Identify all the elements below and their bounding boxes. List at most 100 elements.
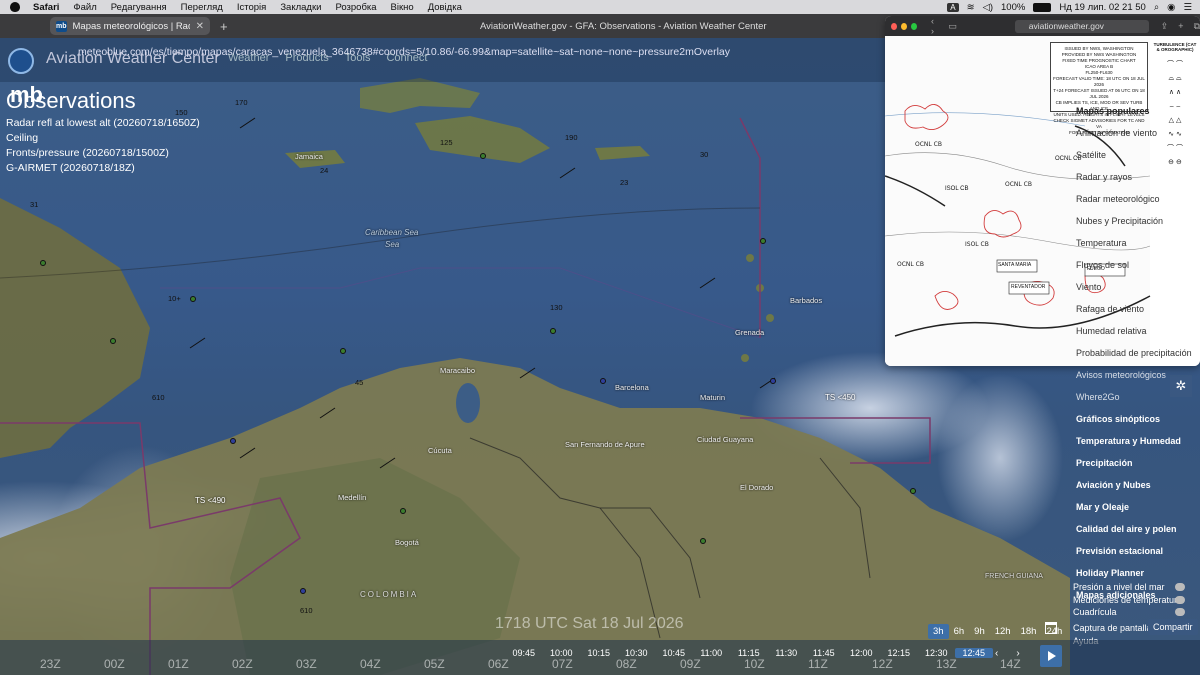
station-dot[interactable]	[770, 378, 776, 384]
menu-history[interactable]: Історія	[230, 2, 273, 13]
range-12h[interactable]: 12h	[990, 624, 1016, 639]
station-dot[interactable]	[300, 588, 306, 594]
play-button[interactable]	[1040, 645, 1062, 667]
clock[interactable]: Нд 19 лип. 02 21 50	[1059, 2, 1146, 13]
menu-holiday-planner[interactable]: Holiday Planner	[1070, 562, 1200, 584]
time-tick[interactable]: 11:00	[693, 648, 731, 658]
back-icon[interactable]: ‹ ›	[931, 16, 938, 36]
time-tick[interactable]: 09:45	[505, 648, 543, 658]
nav-connect[interactable]: Connect	[386, 52, 427, 64]
station-dot[interactable]	[190, 296, 196, 302]
share-button[interactable]: Compartir	[1148, 619, 1198, 635]
station-dot[interactable]	[480, 153, 486, 159]
range-9h[interactable]: 9h	[969, 624, 990, 639]
menu-clouds-precip[interactable]: Nubes y Precipitación	[1070, 210, 1200, 232]
minimize-window-icon[interactable]	[901, 22, 907, 30]
menu-temp-humidity[interactable]: Temperatura y Humedad	[1070, 430, 1200, 452]
volume-icon[interactable]: ◁)	[983, 2, 993, 13]
time-tick[interactable]: 11:30	[768, 648, 806, 658]
menu-wind-gust[interactable]: Rafaga de viento	[1070, 298, 1200, 320]
time-tick[interactable]: 10:15	[580, 648, 618, 658]
station-dot[interactable]	[110, 338, 116, 344]
new-tab-icon[interactable]: +	[220, 19, 228, 34]
station-dot[interactable]	[40, 260, 46, 266]
time-tick[interactable]: 10:00	[543, 648, 581, 658]
menu-wind-animation[interactable]: Animación de viento	[1070, 122, 1200, 144]
menu-develop[interactable]: Розробка	[328, 2, 383, 13]
legend-gairmet[interactable]: G-AIRMET (20260718/18Z)	[6, 161, 200, 176]
station-dot[interactable]	[340, 348, 346, 354]
menu-app-safari[interactable]: Safari	[26, 2, 66, 13]
secondary-url-field[interactable]: aviationweather.gov	[1014, 19, 1149, 33]
menu-sea-waves[interactable]: Mar y Oleaje	[1070, 496, 1200, 518]
station-dot[interactable]	[230, 438, 236, 444]
menu-weather-radar[interactable]: Radar meteorológico	[1070, 188, 1200, 210]
menu-popular-maps[interactable]: Mapas populares	[1070, 100, 1200, 122]
siri-icon[interactable]: ☰	[1183, 2, 1192, 13]
screenshot-button[interactable]: Captura de pantalla	[1073, 623, 1152, 633]
station-dot[interactable]	[600, 378, 606, 384]
close-window-icon[interactable]	[891, 22, 897, 30]
menu-air-quality[interactable]: Calidad del aire y polen	[1070, 518, 1200, 540]
nav-tools[interactable]: Tools	[345, 52, 371, 64]
prev-time-icon[interactable]: ‹	[995, 648, 998, 659]
range-3h[interactable]: 3h	[928, 624, 949, 639]
calendar-icon[interactable]	[1045, 622, 1057, 634]
share-icon[interactable]: ⇪	[1161, 21, 1169, 32]
menu-view[interactable]: Перегляд	[174, 2, 230, 13]
search-icon[interactable]: ⌕	[1154, 2, 1159, 13]
menu-help[interactable]: Довідка	[421, 2, 469, 13]
time-tick[interactable]: 12:00	[843, 648, 881, 658]
nav-products[interactable]: Products	[285, 52, 328, 64]
wifi-icon[interactable]: ≋	[967, 2, 975, 13]
time-tick[interactable]: 11:45	[805, 648, 843, 658]
time-tick[interactable]: 10:30	[618, 648, 656, 658]
toggle-grid-label[interactable]: Cuadrícula	[1073, 606, 1182, 619]
sidebar-icon[interactable]: ▭	[948, 21, 957, 32]
menu-precipitation[interactable]: Precipitación	[1070, 452, 1200, 474]
new-tab-icon[interactable]: +	[1178, 21, 1183, 31]
menu-synoptic[interactable]: Gráficos sinópticos	[1070, 408, 1200, 430]
nav-weather[interactable]: Weather	[228, 52, 269, 64]
station-dot[interactable]	[700, 538, 706, 544]
range-6h[interactable]: 6h	[949, 624, 970, 639]
legend-radar[interactable]: Radar refl at lowest alt (20260718/1650Z…	[6, 116, 200, 131]
tab-overview-icon[interactable]: ⧉	[1194, 21, 1200, 32]
menu-satellite[interactable]: Satélite	[1070, 144, 1200, 166]
apple-icon[interactable]	[10, 2, 20, 12]
close-tab-icon[interactable]: ✕	[196, 21, 204, 32]
control-center-icon[interactable]: ◉	[1167, 2, 1175, 13]
menu-edit[interactable]: Редагування	[104, 2, 174, 13]
menu-aviation-clouds[interactable]: Aviación y Nubes	[1070, 474, 1200, 496]
station-dot[interactable]	[910, 488, 916, 494]
menu-file[interactable]: Файл	[66, 2, 103, 13]
zoom-window-icon[interactable]	[911, 22, 917, 30]
menu-humidity[interactable]: Humedad relativa	[1070, 320, 1200, 342]
tab-mapas[interactable]: mb Mapas meteorológicos | Rada ✕	[50, 17, 210, 35]
awc-logo-icon[interactable]	[8, 48, 34, 74]
next-time-icon[interactable]: ›	[1016, 648, 1019, 659]
legend-ceiling[interactable]: Ceiling	[6, 131, 200, 146]
time-tick[interactable]: 11:15	[730, 648, 768, 658]
time-tick[interactable]: 12:15	[880, 648, 918, 658]
station-dot[interactable]	[550, 328, 556, 334]
menu-seasonal[interactable]: Previsión estacional	[1070, 540, 1200, 562]
time-tick-selected[interactable]: 12:45	[955, 648, 993, 658]
menu-wind[interactable]: Viento	[1070, 276, 1200, 298]
battery-percent[interactable]: 100%	[1001, 2, 1025, 13]
toggle-grid[interactable]	[1175, 608, 1185, 616]
menu-precip-probability[interactable]: Probabilidad de precipitación	[1070, 342, 1200, 364]
menu-sun[interactable]: Fluyos de sol	[1070, 254, 1200, 276]
input-source-icon[interactable]: A	[947, 2, 959, 12]
menu-warnings[interactable]: Avisos meteorológicos	[1070, 364, 1200, 386]
menu-bookmarks[interactable]: Закладки	[273, 2, 328, 13]
time-tick[interactable]: 12:30	[918, 648, 956, 658]
legend-fronts[interactable]: Fronts/pressure (20260718/1500Z)	[6, 146, 200, 161]
station-dot[interactable]	[400, 508, 406, 514]
range-18h[interactable]: 18h	[1016, 624, 1042, 639]
menu-where2go[interactable]: Where2Go	[1070, 386, 1200, 408]
menu-radar-lightning[interactable]: Radar y rayos	[1070, 166, 1200, 188]
menu-additional-maps[interactable]: Mapas adicionales	[1070, 584, 1200, 606]
menu-window[interactable]: Вікно	[384, 2, 421, 13]
time-tick[interactable]: 10:45	[655, 648, 693, 658]
